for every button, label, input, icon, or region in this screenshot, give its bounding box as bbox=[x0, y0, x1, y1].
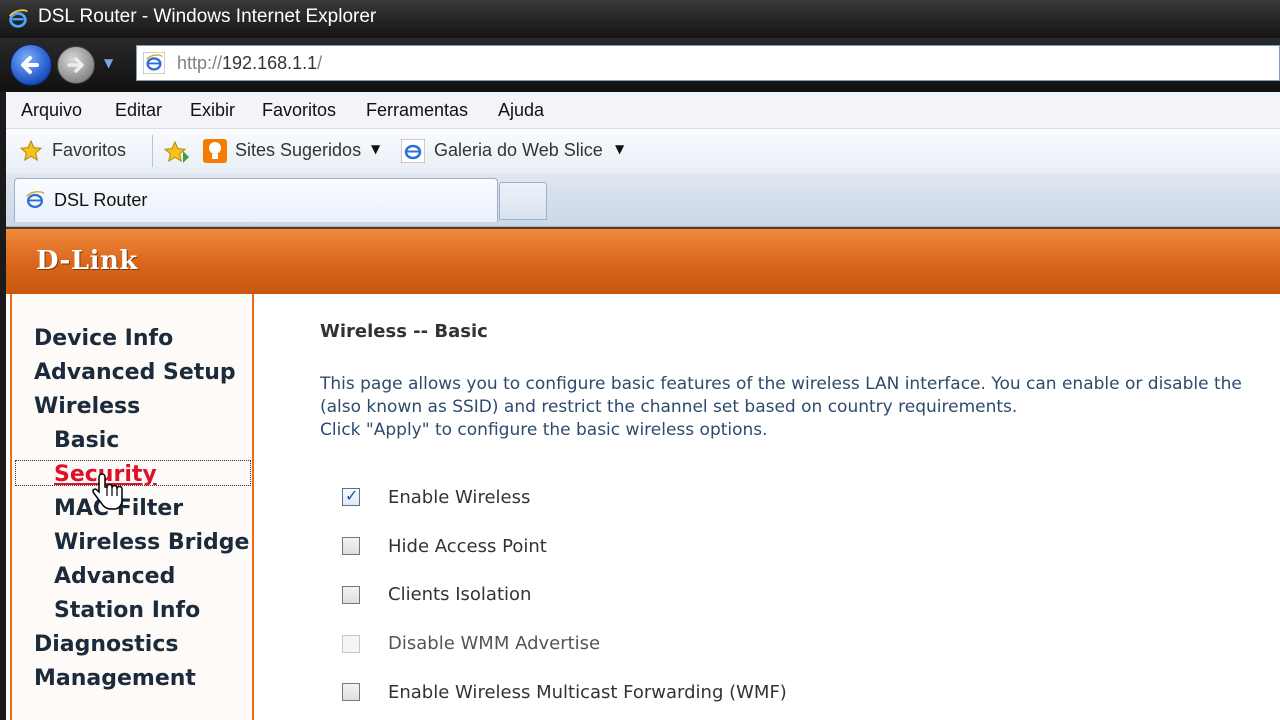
nav-station-info[interactable]: Station Info bbox=[54, 598, 200, 623]
enable-wmf-checkbox[interactable] bbox=[342, 683, 360, 701]
menu-ajuda[interactable]: Ajuda bbox=[498, 100, 544, 121]
hide-access-point-checkbox[interactable] bbox=[342, 537, 360, 555]
clients-isolation-checkbox[interactable] bbox=[342, 586, 360, 604]
nav-wireless-bridge[interactable]: Wireless Bridge bbox=[54, 530, 249, 555]
web-slice-gallery-label[interactable]: Galeria do Web Slice bbox=[434, 140, 603, 161]
url-protocol: http:// bbox=[177, 53, 223, 73]
enable-wmf-label: Enable Wireless Multicast Forwarding (WM… bbox=[388, 682, 787, 703]
favorites-star-icon[interactable] bbox=[18, 139, 44, 163]
menu-editar[interactable]: Editar bbox=[115, 100, 162, 121]
nav-advanced-setup[interactable]: Advanced Setup bbox=[34, 360, 236, 385]
enable-wireless-checkbox[interactable] bbox=[342, 486, 360, 506]
hand-cursor-icon bbox=[92, 473, 123, 510]
suggested-sites-label[interactable]: Sites Sugeridos bbox=[235, 140, 361, 161]
tab-title: DSL Router bbox=[54, 190, 148, 210]
nav-device-info[interactable]: Device Info bbox=[34, 326, 173, 351]
dlink-logo: D-Link bbox=[36, 246, 138, 276]
url-path: / bbox=[317, 53, 323, 73]
description-line: This page allows you to configure basic … bbox=[320, 374, 1242, 394]
menu-exibir[interactable]: Exibir bbox=[190, 100, 235, 121]
tab-dsl-router[interactable]: DSL Router bbox=[14, 178, 498, 222]
description-line: (also known as SSID) and restrict the ch… bbox=[320, 397, 1018, 417]
menu-ferramentas[interactable]: Ferramentas bbox=[366, 100, 468, 121]
dlink-header-bar: D-Link bbox=[6, 227, 1280, 294]
favorites-bar: Favoritos Sites Sugeridos ▼ Galeria do W… bbox=[6, 129, 1280, 173]
disable-wmm-advertise-label: Disable WMM Advertise bbox=[388, 633, 601, 654]
favorites-button-label[interactable]: Favoritos bbox=[52, 140, 126, 161]
recent-pages-dropdown-icon[interactable]: ▼ bbox=[104, 56, 113, 70]
disable-wmm-advertise-checkbox[interactable] bbox=[342, 635, 360, 653]
page-title: Wireless -- Basic bbox=[320, 321, 488, 342]
description-line: Click "Apply" to configure the basic wir… bbox=[320, 420, 768, 440]
suggested-sites-dropdown-icon[interactable]: ▼ bbox=[371, 142, 380, 156]
toolbar-separator bbox=[152, 135, 153, 167]
nav-diagnostics[interactable]: Diagnostics bbox=[34, 632, 178, 657]
nav-wireless[interactable]: Wireless bbox=[34, 394, 140, 419]
web-slice-ie-icon bbox=[401, 139, 425, 163]
window-title-bar: DSL Router - Windows Internet Explorer bbox=[0, 0, 1280, 38]
back-button[interactable] bbox=[10, 44, 52, 86]
back-arrow-icon bbox=[21, 56, 39, 74]
enable-wireless-label: Enable Wireless bbox=[388, 487, 531, 508]
menu-arquivo[interactable]: Arquivo bbox=[21, 100, 82, 121]
web-page: D-Link Device Info Advanced Setup Wirele… bbox=[6, 227, 1280, 720]
menu-bar: Arquivo Editar Exibir Favoritos Ferramen… bbox=[6, 92, 1280, 129]
new-tab-button[interactable] bbox=[499, 182, 547, 220]
nav-wireless-advanced[interactable]: Advanced bbox=[54, 564, 175, 589]
menu-favoritos[interactable]: Favoritos bbox=[262, 100, 336, 121]
forward-arrow-icon bbox=[67, 57, 84, 73]
sidebar-nav: Device Info Advanced Setup Wireless Basi… bbox=[10, 294, 254, 720]
address-url[interactable]: http://192.168.1.1/ bbox=[177, 53, 322, 74]
main-content: Wireless -- Basic This page allows you t… bbox=[256, 294, 1280, 720]
address-bar[interactable]: http://192.168.1.1/ bbox=[136, 45, 1280, 81]
add-to-favorites-bar-icon[interactable] bbox=[163, 139, 191, 165]
internet-explorer-icon bbox=[9, 9, 28, 28]
nav-management[interactable]: Management bbox=[34, 666, 196, 691]
clients-isolation-label: Clients Isolation bbox=[388, 584, 532, 605]
tab-ie-icon bbox=[26, 191, 45, 209]
url-host: 192.168.1.1 bbox=[222, 53, 318, 73]
window-title: DSL Router - Windows Internet Explorer bbox=[38, 6, 377, 27]
web-slice-dropdown-icon[interactable]: ▼ bbox=[615, 142, 624, 156]
forward-button[interactable] bbox=[57, 46, 95, 84]
suggested-sites-icon bbox=[203, 139, 227, 163]
page-ie-icon bbox=[143, 52, 165, 74]
nav-wireless-basic[interactable]: Basic bbox=[54, 428, 119, 453]
hide-access-point-label: Hide Access Point bbox=[388, 536, 547, 557]
